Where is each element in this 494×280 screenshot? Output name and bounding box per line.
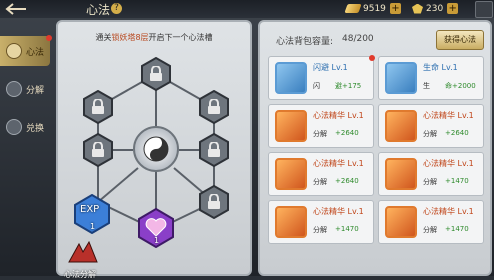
slot-locked-mid-left[interactable] <box>81 132 115 168</box>
card-stat-value: +2640 <box>335 177 359 185</box>
card-stat-label: 分解 <box>313 178 327 186</box>
tab-decompose[interactable]: 分解 <box>0 74 50 104</box>
xinfa-card[interactable]: 心法精华 Lv.1 分解 +2640 <box>268 152 374 196</box>
card-stat-label: 分解 <box>423 130 437 138</box>
card-stat-label: 闪 <box>313 82 320 90</box>
xinfa-essence-icon <box>275 206 307 238</box>
slot-heart[interactable]: 1 <box>136 207 176 249</box>
card-name: 心法精华 Lv.1 <box>423 207 474 216</box>
xinfa-card[interactable]: 闪避 Lv.1 闪 避+175 <box>268 55 375 100</box>
exchange-icon <box>6 119 22 135</box>
slot-locked-top[interactable] <box>139 56 173 92</box>
xinfa-book-icon <box>385 62 417 94</box>
xinfa-essence-icon <box>385 158 417 190</box>
card-stat-value: +2640 <box>335 129 359 137</box>
card-name: 心法精华 Lv.1 <box>313 207 364 216</box>
notification-dot <box>46 35 52 41</box>
card-name: 闪避 Lv.1 <box>313 63 348 72</box>
xinfa-essence-icon <box>385 206 417 238</box>
yin-yang-icon <box>143 136 169 162</box>
get-xinfa-button[interactable]: 获得心法 <box>436 30 484 50</box>
gold-ingot-icon <box>344 4 362 13</box>
heart-slot-level: 1 <box>154 236 160 245</box>
menu-icon[interactable] <box>475 1 493 18</box>
card-stat-label: 分解 <box>423 226 437 234</box>
slot-locked-upper-left[interactable] <box>81 89 115 125</box>
slot-locked-lower-right[interactable] <box>197 184 231 220</box>
xinfa-card[interactable]: 心法精华 Lv.1 分解 +2640 <box>268 104 374 148</box>
help-icon[interactable]: ? <box>111 3 122 14</box>
capacity-value: 48/200 <box>342 34 374 44</box>
card-name: 心法精华 Lv.1 <box>423 159 474 168</box>
gem-amount: 230 <box>426 3 444 14</box>
xinfa-icon <box>6 43 22 59</box>
xinfa-essence-icon <box>275 110 307 142</box>
capacity-label: 心法背包容量: <box>276 37 334 47</box>
gold-currency: 9519 + <box>344 2 401 15</box>
lock-icon <box>92 99 104 114</box>
tab-label: 分解 <box>26 85 45 96</box>
back-arrow-icon[interactable] <box>2 1 28 17</box>
tab-exchange[interactable]: 兑换 <box>0 112 50 142</box>
xinfa-card[interactable]: 心法精华 Lv.1 分解 +1470 <box>378 200 484 244</box>
xinfa-card[interactable]: 心法精华 Lv.1 分解 +1470 <box>268 200 374 244</box>
tab-xinfa[interactable]: 心法 <box>0 35 52 66</box>
card-name: 心法精华 Lv.1 <box>423 111 474 120</box>
add-gem-button[interactable]: + <box>447 3 459 14</box>
lock-icon <box>208 194 220 209</box>
decompose-logo[interactable] <box>65 240 101 266</box>
card-stat-value: +1470 <box>445 225 469 233</box>
exp-icon: EXP <box>80 204 100 215</box>
card-stat-value: 命+2000 <box>445 82 476 90</box>
page-title: 心法 <box>86 3 111 17</box>
card-name: 生命 Lv.1 <box>423 63 458 72</box>
decompose-label: 心法分解 <box>64 270 96 279</box>
sidebar: 心法 分解 兑换 <box>0 35 52 150</box>
card-stat-label: 分解 <box>423 178 437 186</box>
notification-dot <box>369 55 375 61</box>
xinfa-card[interactable]: 心法精华 Lv.1 分解 +1470 <box>378 152 484 196</box>
add-gold-button[interactable]: + <box>389 3 401 14</box>
card-stat-label: 分解 <box>313 226 327 234</box>
card-stat-value: 避+175 <box>335 82 362 90</box>
slot-locked-mid-right[interactable] <box>197 132 231 168</box>
xinfa-book-icon <box>275 62 307 94</box>
top-bar: 心法 ? 9519 + 230 + <box>0 0 494 18</box>
xinfa-essence-icon <box>385 110 417 142</box>
decompose-icon <box>6 81 22 97</box>
tab-label: 心法 <box>26 47 45 58</box>
card-stat-value: +1470 <box>445 177 469 185</box>
xinfa-card[interactable]: 心法精华 Lv.1 分解 +2640 <box>378 104 484 148</box>
card-name: 心法精华 Lv.1 <box>313 159 364 168</box>
gem-icon <box>412 3 423 14</box>
xinfa-essence-icon <box>275 158 307 190</box>
xinfa-card[interactable]: 生命 Lv.1 生 命+2000 <box>378 56 484 100</box>
card-name: 心法精华 Lv.1 <box>313 111 364 120</box>
xinfa-bag-panel: 心法背包容量: 48/200 获得心法 闪避 Lv.1 闪 避+175 生命 Lv.1… <box>258 20 492 276</box>
yin-yang-core[interactable] <box>133 126 179 172</box>
tab-label: 兑换 <box>26 123 45 134</box>
lock-icon <box>208 142 220 157</box>
xinfa-slot-panel: 通关锁妖塔8层开启下一个心法槽 EXP 1 1 心法分解 <box>56 20 252 279</box>
slot-locked-upper-right[interactable] <box>197 89 231 125</box>
lock-icon <box>150 66 162 81</box>
slot-exp[interactable]: EXP 1 <box>72 193 112 235</box>
card-stat-label: 生 <box>423 82 430 90</box>
card-stat-value: +2640 <box>445 129 469 137</box>
gem-currency: 230 + <box>412 2 459 15</box>
gold-amount: 9519 <box>363 3 386 14</box>
card-stat-label: 分解 <box>313 130 327 138</box>
lock-icon <box>208 99 220 114</box>
card-stat-value: +1470 <box>335 225 359 233</box>
exp-slot-level: 1 <box>90 222 96 231</box>
lock-icon <box>92 142 104 157</box>
